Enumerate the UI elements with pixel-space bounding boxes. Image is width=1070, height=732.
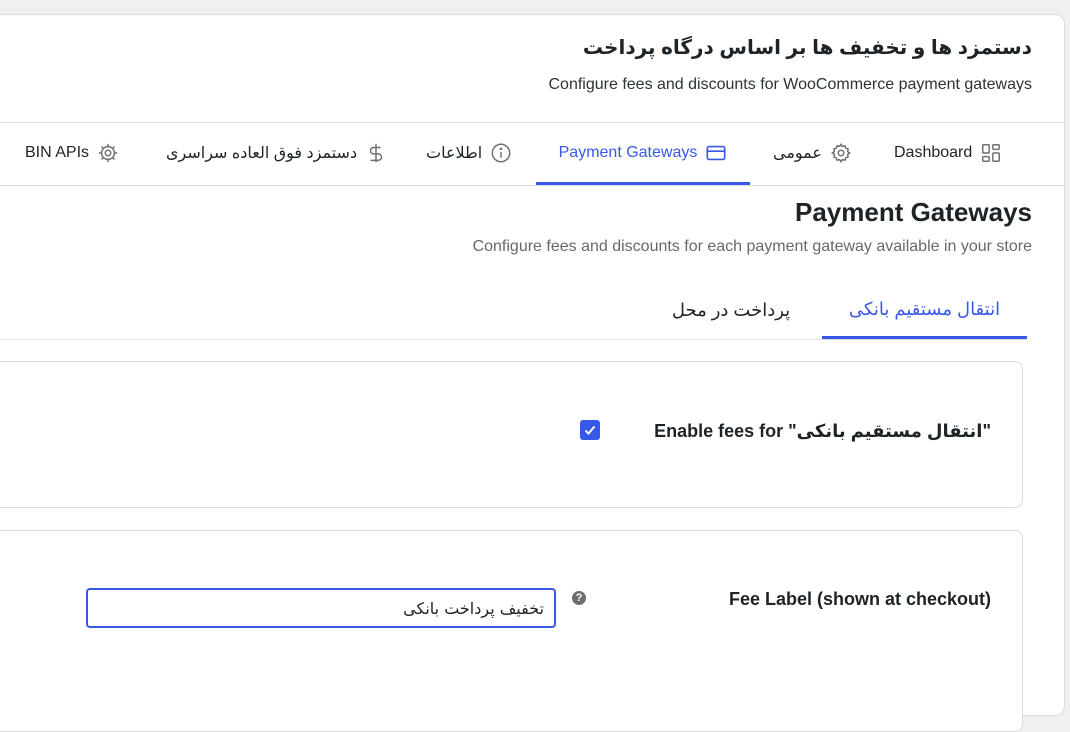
credit-card-icon bbox=[705, 142, 727, 164]
main-tabs: Dashboard عمومی Payment Gateways اطلاعات… bbox=[0, 123, 1064, 186]
tab-general-label: عمومی bbox=[773, 145, 822, 162]
grid-icon bbox=[980, 142, 1002, 164]
tab-payment-gateways-label: Payment Gateways bbox=[558, 143, 698, 161]
help-icon[interactable]: ? bbox=[572, 591, 586, 605]
tab-dashboard-label: Dashboard bbox=[894, 144, 973, 161]
section-title: Payment Gateways bbox=[794, 197, 1032, 227]
enable-fees-checkbox[interactable] bbox=[580, 420, 600, 440]
tab-bin-apis[interactable]: BIN APIs bbox=[25, 123, 119, 183]
page-header: دستمزد ها و تخفیف ها بر اساس درگاه پرداخ… bbox=[0, 15, 1064, 123]
tab-info[interactable]: اطلاعات bbox=[426, 123, 512, 183]
fee-label-input[interactable] bbox=[86, 588, 556, 628]
enable-fees-label: Enable fees for "انتقال مستقیم بانکی" bbox=[654, 421, 991, 441]
page-title: دستمزد ها و تخفیف ها بر اساس درگاه پرداخ… bbox=[582, 37, 1032, 59]
info-icon bbox=[490, 142, 512, 164]
tab-info-label: اطلاعات bbox=[426, 145, 483, 162]
gear-icon bbox=[830, 142, 852, 164]
section-subtitle: Configure fees and discounts for each pa… bbox=[472, 238, 1032, 255]
tab-payment-gateways[interactable]: Payment Gateways bbox=[536, 123, 750, 185]
tab-bank-transfer[interactable]: انتقال مستقیم بانکی bbox=[822, 283, 1027, 339]
settings-panel: دستمزد ها و تخفیف ها بر اساس درگاه پرداخ… bbox=[0, 14, 1065, 732]
tab-global-fee[interactable]: دستمزد فوق العاده سراسری bbox=[166, 123, 387, 183]
page-subtitle: Configure fees and discounts for WooComm… bbox=[548, 76, 1033, 93]
fee-label-label: Fee Label (shown at checkout) bbox=[728, 589, 991, 609]
tab-global-fee-label: دستمزد فوق العاده سراسری bbox=[166, 145, 358, 162]
tab-general[interactable]: عمومی bbox=[773, 123, 852, 183]
fee-label-card: Fee Label (shown at checkout) ? bbox=[0, 530, 1023, 732]
tab-bin-apis-label: BIN APIs bbox=[25, 144, 90, 161]
cog-icon bbox=[97, 142, 119, 164]
gateway-tabs: انتقال مستقیم بانکی پرداخت در محل bbox=[0, 283, 1028, 340]
tab-cash-on-delivery[interactable]: پرداخت در محل bbox=[661, 283, 801, 337]
checkmark-icon bbox=[584, 425, 596, 435]
dollar-icon bbox=[365, 142, 387, 164]
tab-dashboard[interactable]: Dashboard bbox=[894, 123, 1002, 183]
enable-fees-card: Enable fees for "انتقال مستقیم بانکی" bbox=[0, 361, 1023, 508]
